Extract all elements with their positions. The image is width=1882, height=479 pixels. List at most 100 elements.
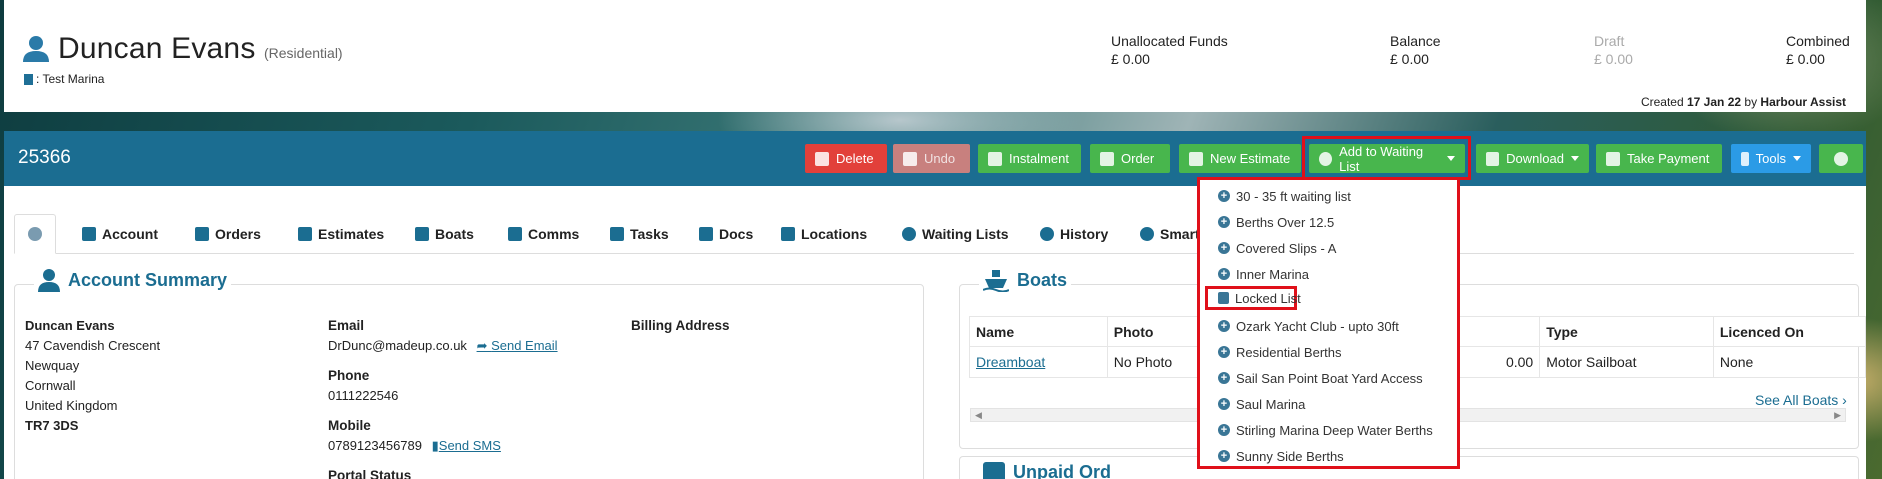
new-estimate-button[interactable]: New Estimate (1179, 144, 1301, 173)
tab-docs[interactable]: Docs (689, 214, 763, 254)
refresh-icon (988, 151, 1002, 166)
created-date: 17 Jan 22 (1687, 95, 1742, 109)
unpaid-orders-title: Unpaid Ord (979, 462, 1115, 479)
tab-comms[interactable]: Comms (498, 214, 589, 254)
tab-label: Comms (528, 226, 580, 242)
created-prefix: Created (1640, 95, 1684, 109)
boats-title: Boats (979, 268, 1072, 292)
take-payment-button[interactable]: Take Payment (1596, 144, 1722, 173)
scroll-left-icon[interactable]: ◀ (975, 410, 982, 421)
tab-boats[interactable]: Boats (405, 214, 484, 254)
tab-label: Orders (215, 226, 261, 242)
order-label: Order (1121, 151, 1155, 166)
boat-licenced-on: None (1712, 346, 1867, 378)
plus-circle-icon: + (1218, 450, 1230, 462)
cart-icon (195, 227, 209, 241)
menu-item[interactable]: + Sail San Point Boat Yard Access (1218, 368, 1423, 388)
panel-title-text: Unpaid Ord (1013, 462, 1111, 479)
customer-type: (Residential) (264, 45, 343, 61)
postal-address: Duncan Evans 47 Cavendish Crescent Newqu… (25, 316, 160, 436)
undo-label: Undo (924, 151, 956, 166)
scroll-right-icon[interactable]: ▶ (1834, 410, 1841, 421)
building-icon (24, 73, 33, 85)
draft: Draft £ 0.00 (1594, 32, 1633, 68)
tab-account[interactable]: Account (72, 214, 168, 254)
tab-orders[interactable]: Orders (185, 214, 271, 254)
menu-item[interactable]: + Sunny Side Berths (1218, 446, 1344, 466)
boat-name-link[interactable]: Dreamboat (976, 354, 1045, 370)
download-icon (1486, 151, 1500, 166)
user-icon (82, 227, 96, 241)
billing-label: Billing Address (631, 318, 730, 333)
tab-label: History (1060, 226, 1109, 242)
action-toolbar: 25366 Delete Undo Instalment Order New E… (4, 131, 1866, 186)
history-icon (1040, 227, 1054, 241)
tab-waiting-lists[interactable]: Waiting Lists (892, 214, 1019, 254)
menu-item[interactable]: + Saul Marina (1218, 394, 1305, 414)
fund-value: £ 0.00 (1111, 51, 1150, 67)
menu-item[interactable]: + Stirling Marina Deep Water Berths (1218, 420, 1433, 440)
address-line: Cornwall (25, 378, 76, 393)
instalment-button[interactable]: Instalment (978, 144, 1081, 173)
undo-icon (903, 151, 917, 166)
phone-value: 0111222546 (328, 388, 399, 403)
menu-item[interactable]: + 30 - 35 ft waiting list (1218, 186, 1351, 206)
send-email-link[interactable]: ➦ Send Email (477, 338, 558, 353)
plus-circle-icon: + (1218, 268, 1230, 280)
menu-item-locked[interactable]: Locked List (1218, 288, 1301, 308)
main-content: Account Orders Estimates Boats Comms Tas… (4, 186, 1867, 479)
menu-item[interactable]: + Covered Slips - A (1218, 238, 1336, 258)
chevron-down-icon (1793, 156, 1801, 161)
undo-button[interactable]: Undo (893, 144, 970, 173)
tab-locations[interactable]: Locations (771, 214, 877, 254)
marina-line: : Test Marina (24, 72, 104, 86)
tasks-icon (610, 227, 624, 241)
menu-item[interactable]: + Inner Marina (1218, 264, 1309, 284)
menu-item[interactable]: + Berths Over 12.5 (1218, 212, 1334, 232)
settings-button[interactable] (1819, 144, 1863, 173)
menu-item-label: Sail San Point Boat Yard Access (1236, 370, 1423, 386)
tab-label: Waiting Lists (922, 226, 1009, 242)
document-icon (699, 227, 713, 241)
download-button[interactable]: Download (1476, 144, 1589, 173)
menu-item[interactable]: + Ozark Yacht Club - upto 30ft (1218, 316, 1399, 336)
tools-button[interactable]: Tools (1731, 144, 1811, 173)
menu-item-label: Ozark Yacht Club - upto 30ft (1236, 318, 1399, 334)
menu-item[interactable]: + Residential Berths (1218, 342, 1342, 362)
see-all-label: See All Boats (1755, 392, 1839, 408)
tab-estimates[interactable]: Estimates (288, 214, 394, 254)
order-button[interactable]: Order (1090, 144, 1170, 173)
fund-label: Combined (1786, 33, 1850, 49)
send-sms-link[interactable]: ▮Send SMS (432, 438, 501, 453)
delete-label: Delete (836, 151, 874, 166)
balance: Balance £ 0.00 (1390, 32, 1441, 68)
send-email-label: Send Email (491, 338, 558, 353)
menu-item-label: Berths Over 12.5 (1236, 214, 1335, 230)
plus-circle-icon: + (1218, 398, 1230, 410)
tab-label: Locations (801, 226, 868, 242)
see-all-boats-link[interactable]: See All Boats › (1755, 392, 1847, 408)
tab-label: Account (102, 226, 158, 242)
tab-history[interactable]: History (1030, 214, 1118, 254)
tab-dashboard[interactable] (14, 214, 56, 254)
tab-label: Boats (435, 226, 474, 242)
trash-icon (815, 151, 829, 166)
person-icon (38, 269, 60, 292)
plus-circle-icon: + (1218, 190, 1230, 202)
panel-title-text: Account Summary (68, 269, 228, 290)
plus-circle-icon: + (1218, 216, 1230, 228)
address-postcode: TR7 3DS (25, 418, 79, 433)
fund-label: Draft (1594, 33, 1625, 49)
tab-label: Docs (719, 226, 754, 242)
created-by: Harbour Assist (1760, 95, 1846, 109)
cart-icon (983, 462, 1005, 479)
boat-icon (983, 270, 1009, 292)
contact-details: Email DrDunc@madeup.co.uk ➦ Send Email P… (328, 316, 558, 479)
download-label: Download (1506, 151, 1564, 166)
tools-label: Tools (1755, 151, 1786, 166)
delete-button[interactable]: Delete (805, 144, 887, 173)
col-licenced-on: Licenced On (1712, 316, 1867, 347)
take-payment-label: Take Payment (1627, 151, 1710, 166)
cart-icon (1100, 151, 1114, 166)
tab-tasks[interactable]: Tasks (600, 214, 679, 254)
